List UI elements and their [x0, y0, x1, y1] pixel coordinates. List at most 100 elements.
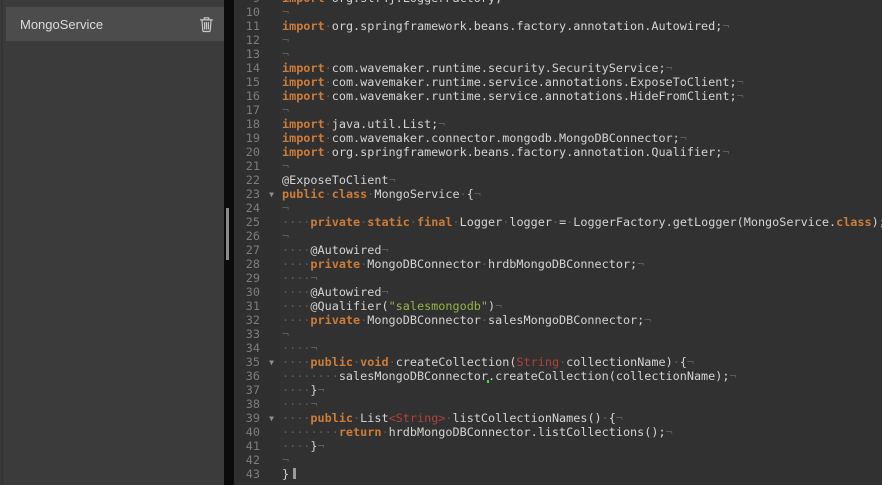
code-line[interactable]: 12¬	[234, 33, 882, 47]
line-number: 23▼	[234, 187, 280, 201]
line-number: 29	[234, 271, 280, 285]
code-line[interactable]: 42¬	[234, 453, 882, 467]
code-text: ····¬	[280, 397, 882, 411]
eof-marker	[293, 468, 296, 479]
code-line[interactable]: 31····@Qualifier("salesmongodb")¬	[234, 299, 882, 313]
code-line[interactable]: 28····private·MongoDBConnector·hrdbMongo…	[234, 257, 882, 271]
line-number: 37	[234, 383, 280, 397]
code-editor[interactable]: 9import·org.slf4j.LoggerFactory;¬10¬11im…	[234, 0, 882, 485]
code-line[interactable]: 27····@Autowired¬	[234, 243, 882, 257]
code-text: import·com.wavemaker.runtime.service.ann…	[280, 89, 882, 103]
fold-arrow-icon[interactable]: ▼	[269, 412, 274, 425]
line-number: 21	[234, 159, 280, 173]
code-line[interactable]: 38····¬	[234, 397, 882, 411]
code-line[interactable]: 19import·com.wavemaker.connector.mongodb…	[234, 131, 882, 145]
line-number: 14	[234, 61, 280, 75]
fold-arrow-icon[interactable]: ▼	[269, 356, 274, 369]
fold-arrow-icon[interactable]: ▼	[269, 188, 274, 201]
code-text: ¬	[280, 201, 882, 215]
code-line[interactable]: 37····}¬	[234, 383, 882, 397]
code-line[interactable]: 25····private·static·final·Logger·logger…	[234, 215, 882, 229]
code-line[interactable]: 15import·com.wavemaker.runtime.service.a…	[234, 75, 882, 89]
code-text: ····@Qualifier("salesmongodb")¬	[280, 299, 882, 313]
code-text: import·com.wavemaker.runtime.security.Se…	[280, 61, 882, 75]
line-number: 25	[234, 215, 280, 229]
scrollbar-thumb[interactable]	[226, 208, 229, 260]
code-line[interactable]: 34····¬	[234, 341, 882, 355]
code-text: ¬	[280, 229, 882, 243]
line-number: 35▼	[234, 355, 280, 369]
code-text: import·java.util.List;¬	[280, 117, 882, 131]
code-text: import·org.springframework.beans.factory…	[280, 19, 882, 33]
code-line[interactable]: 43}	[234, 467, 882, 481]
code-line[interactable]: 17¬	[234, 103, 882, 117]
code-text: import·org.springframework.beans.factory…	[280, 145, 882, 159]
line-number: 17	[234, 103, 280, 117]
code-line[interactable]: 33¬	[234, 327, 882, 341]
line-number: 15	[234, 75, 280, 89]
code-text: ¬	[280, 327, 882, 341]
code-line[interactable]: 36········salesMongoDBConnector.createCo…	[234, 369, 882, 383]
code-line[interactable]: 35▼····public·void·createCollection(Stri…	[234, 355, 882, 369]
code-line[interactable]: 41····}¬	[234, 439, 882, 453]
line-number: 39▼	[234, 411, 280, 425]
code-text: ¬	[280, 5, 882, 19]
line-number: 30	[234, 285, 280, 299]
line-number: 12	[234, 33, 280, 47]
service-list-item[interactable]: MongoService	[6, 7, 224, 41]
line-number: 16	[234, 89, 280, 103]
code-line[interactable]: 10¬	[234, 5, 882, 19]
code-text: ····private·MongoDBConnector·salesMongoD…	[280, 313, 882, 327]
code-line[interactable]: 32····private·MongoDBConnector·salesMong…	[234, 313, 882, 327]
code-line[interactable]: 24¬	[234, 201, 882, 215]
line-number: 18	[234, 117, 280, 131]
code-text: ········return·hrdbMongoDBConnector.list…	[280, 425, 882, 439]
code-line[interactable]: 39▼····public·List<String>·listCollectio…	[234, 411, 882, 425]
line-number: 27	[234, 243, 280, 257]
code-text: ····@Autowired¬	[280, 285, 882, 299]
code-line[interactable]: 16import·com.wavemaker.runtime.service.a…	[234, 89, 882, 103]
code-text: ····}¬	[280, 383, 882, 397]
line-number: 10	[234, 5, 280, 19]
code-text: public·class·MongoService·{¬	[280, 187, 882, 201]
code-line[interactable]: 29····¬	[234, 271, 882, 285]
code-text: ····¬	[280, 341, 882, 355]
code-text: ¬	[280, 47, 882, 61]
line-number: 20	[234, 145, 280, 159]
code-line[interactable]: 22@ExposeToClient¬	[234, 173, 882, 187]
code-line[interactable]: 14import·com.wavemaker.runtime.security.…	[234, 61, 882, 75]
line-number: 38	[234, 397, 280, 411]
line-number: 13	[234, 47, 280, 61]
code-text: ····public·List<String>·listCollectionNa…	[280, 411, 882, 425]
code-line[interactable]: 18import·java.util.List;¬	[234, 117, 882, 131]
code-line[interactable]: 23▼public·class·MongoService·{¬	[234, 187, 882, 201]
line-number: 26	[234, 229, 280, 243]
code-text: ¬	[280, 103, 882, 117]
code-lines: 9import·org.slf4j.LoggerFactory;¬10¬11im…	[234, 0, 882, 481]
trash-icon[interactable]	[199, 16, 214, 33]
code-line[interactable]: 21¬	[234, 159, 882, 173]
line-number: 33	[234, 327, 280, 341]
code-text: }	[280, 467, 882, 481]
code-line[interactable]: 40········return·hrdbMongoDBConnector.li…	[234, 425, 882, 439]
code-line[interactable]: 11import·org.springframework.beans.facto…	[234, 19, 882, 33]
code-text: ····private·MongoDBConnector·hrdbMongoDB…	[280, 257, 882, 271]
code-text: ····@Autowired¬	[280, 243, 882, 257]
line-number: 34	[234, 341, 280, 355]
sidebar-scrollbar-track[interactable]	[224, 0, 234, 485]
code-line[interactable]: 20import·org.springframework.beans.facto…	[234, 145, 882, 159]
line-number: 36	[234, 369, 280, 383]
code-text: ¬	[280, 159, 882, 173]
line-number: 19	[234, 131, 280, 145]
app-window: MongoService 9import·org.slf4j.LoggerFac…	[0, 0, 882, 485]
code-line[interactable]: 13¬	[234, 47, 882, 61]
code-text: ····private·static·final·Logger·logger·=…	[280, 215, 882, 229]
code-text: ····public·void·createCollection(String·…	[280, 355, 882, 369]
code-text: import·com.wavemaker.runtime.service.ann…	[280, 75, 882, 89]
code-text: import·com.wavemaker.connector.mongodb.M…	[280, 131, 882, 145]
code-text: @ExposeToClient¬	[280, 173, 882, 187]
line-number: 24	[234, 201, 280, 215]
code-line[interactable]: 26¬	[234, 229, 882, 243]
sidebar-left-edge	[1, 0, 3, 485]
code-line[interactable]: 30····@Autowired¬	[234, 285, 882, 299]
